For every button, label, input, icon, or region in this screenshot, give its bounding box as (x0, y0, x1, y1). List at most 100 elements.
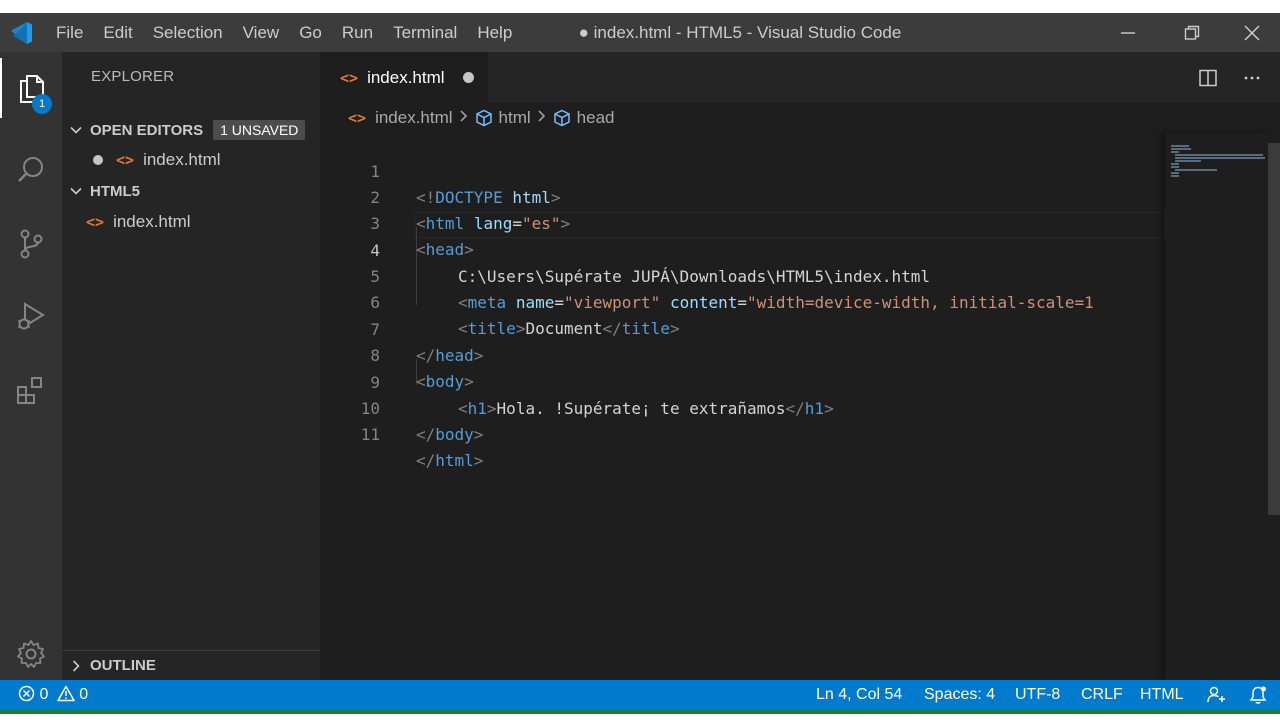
code-line: 9 <h1>Hola. !Supérate¡ te extrañamos</h1… (320, 344, 1165, 418)
explorer-badge: 1 (32, 94, 52, 114)
folder-label: HTML5 (90, 182, 140, 200)
activity-extensions[interactable] (0, 360, 62, 420)
more-actions-button[interactable] (1239, 65, 1265, 91)
status-bar: 0 0 Ln 4, Col 54 Spaces: 4 UTF-8 CRLF HT… (0, 680, 1280, 710)
chevron-right-icon (459, 109, 469, 127)
chevron-right-icon (62, 659, 90, 673)
breadcrumb-html[interactable]: html (499, 108, 531, 128)
bell-icon (1249, 686, 1267, 704)
vscode-window: File Edit Selection View Go Run Terminal… (0, 13, 1280, 710)
gear-icon (17, 640, 45, 668)
close-icon (1244, 24, 1260, 41)
open-editors-section[interactable]: OPEN EDITORS 1 UNSAVED (62, 116, 320, 144)
menu-terminal[interactable]: Terminal (383, 13, 467, 52)
minimap-line (1171, 145, 1189, 147)
eol-setting[interactable]: CRLF (1081, 680, 1123, 710)
split-editor-icon (1199, 69, 1217, 87)
restore-button[interactable] (1160, 13, 1224, 52)
symbol-element-icon (475, 109, 492, 127)
explorer-sidebar: EXPLORER OPEN EDITORS 1 UNSAVED <> index… (62, 52, 320, 680)
activity-source-control[interactable] (0, 214, 62, 274)
activity-search[interactable] (0, 140, 62, 200)
menu-view[interactable]: View (233, 13, 290, 52)
problems-indicator[interactable]: 0 0 (18, 680, 88, 710)
activity-bar: 1 (0, 52, 62, 680)
code-line: 8 <body> (320, 317, 1165, 391)
html-file-icon: <> (116, 151, 135, 169)
bottom-accent-line (0, 710, 1280, 714)
vscode-logo-icon (11, 22, 32, 44)
code-line: 5 <meta name="viewport" content="width=d… (320, 238, 1165, 312)
menu-run[interactable]: Run (332, 13, 383, 52)
minimap-line (1175, 160, 1201, 162)
activity-manage[interactable] (0, 624, 62, 684)
indentation-setting[interactable]: Spaces: 4 (924, 680, 995, 710)
code-line: 1 <!DOCTYPE html> (320, 133, 1165, 207)
minimap-line (1171, 151, 1179, 153)
code-editor[interactable]: 1 <!DOCTYPE html> 2 <html lang="es"> 3 <… (320, 133, 1165, 663)
run-debug-icon (18, 302, 45, 330)
folder-file-item[interactable]: <> index.html (62, 208, 320, 236)
language-mode[interactable]: HTML (1140, 680, 1184, 710)
outline-label: OUTLINE (90, 657, 156, 674)
breadcrumb-file[interactable]: index.html (375, 108, 452, 128)
code-line: 10 </body> (320, 370, 1165, 444)
window-title: ● index.html - HTML5 - Visual Studio Cod… (578, 23, 902, 42)
breadcrumb-head[interactable]: head (577, 108, 615, 128)
menu-go[interactable]: Go (289, 13, 332, 52)
html-file-icon: <> (348, 109, 367, 127)
code-line: 7 </head> (320, 291, 1165, 365)
code-line: 2 <html lang="es"> (320, 159, 1165, 233)
search-icon (18, 157, 43, 182)
close-button[interactable] (1224, 13, 1280, 52)
restore-icon (1184, 25, 1200, 40)
warning-icon (57, 685, 75, 702)
error-icon (18, 685, 35, 702)
title-bar: File Edit Selection View Go Run Terminal… (0, 13, 1280, 52)
minimap[interactable] (1165, 133, 1268, 680)
feedback-icon (1207, 686, 1225, 703)
breadcrumb: <> index.html html head (320, 103, 1165, 133)
menu-file[interactable]: File (46, 13, 93, 52)
tab-label: index.html (367, 67, 445, 87)
unsaved-dot-icon (93, 155, 103, 165)
activity-run-debug[interactable] (0, 286, 62, 346)
minimize-button[interactable] (1096, 13, 1160, 52)
encoding-setting[interactable]: UTF-8 (1015, 680, 1060, 710)
unsaved-dot-icon[interactable] (462, 72, 474, 83)
warning-count: 0 (79, 686, 89, 703)
open-editor-filename: index.html (143, 150, 221, 169)
tab-index-html[interactable]: <> index.html (320, 52, 488, 103)
menu-edit[interactable]: Edit (93, 13, 142, 52)
html-file-icon: <> (86, 213, 105, 231)
code-line: 4 C:\Users\Supérate JUPÁ\Downloads\HTML5… (320, 212, 1165, 286)
html-file-icon: <> (340, 68, 359, 87)
minimap-line (1175, 154, 1263, 156)
menu-bar: File Edit Selection View Go Run Terminal… (46, 13, 522, 52)
chevron-down-icon (62, 184, 90, 198)
folder-section-html5[interactable]: HTML5 (62, 177, 320, 205)
open-editor-item[interactable]: <> index.html (62, 146, 320, 174)
symbol-element-icon (553, 109, 570, 127)
code-line: 11 </html> (320, 396, 1165, 470)
minimap-line (1175, 169, 1217, 171)
more-icon (1244, 76, 1260, 80)
code-line: 3 <head> (320, 185, 1165, 259)
source-control-icon (20, 229, 43, 259)
extensions-icon (17, 377, 42, 404)
vertical-scrollbar-thumb[interactable] (1268, 143, 1280, 515)
editor-tabs-bar: <> index.html (320, 52, 1280, 103)
split-editor-button[interactable] (1195, 65, 1221, 91)
code-line: 6 <title>Document</title> (320, 264, 1165, 338)
folder-filename: index.html (113, 212, 191, 231)
outline-section[interactable]: OUTLINE (62, 650, 320, 680)
chevron-right-icon (537, 109, 547, 127)
minimap-line (1175, 157, 1265, 159)
minimap-line (1171, 166, 1179, 168)
activity-explorer[interactable]: 1 (0, 58, 62, 118)
cursor-position[interactable]: Ln 4, Col 54 (816, 680, 902, 710)
line-content: </html> (416, 451, 484, 470)
minimize-icon (1121, 31, 1135, 34)
menu-selection[interactable]: Selection (143, 13, 233, 52)
minimap-line (1171, 175, 1179, 177)
